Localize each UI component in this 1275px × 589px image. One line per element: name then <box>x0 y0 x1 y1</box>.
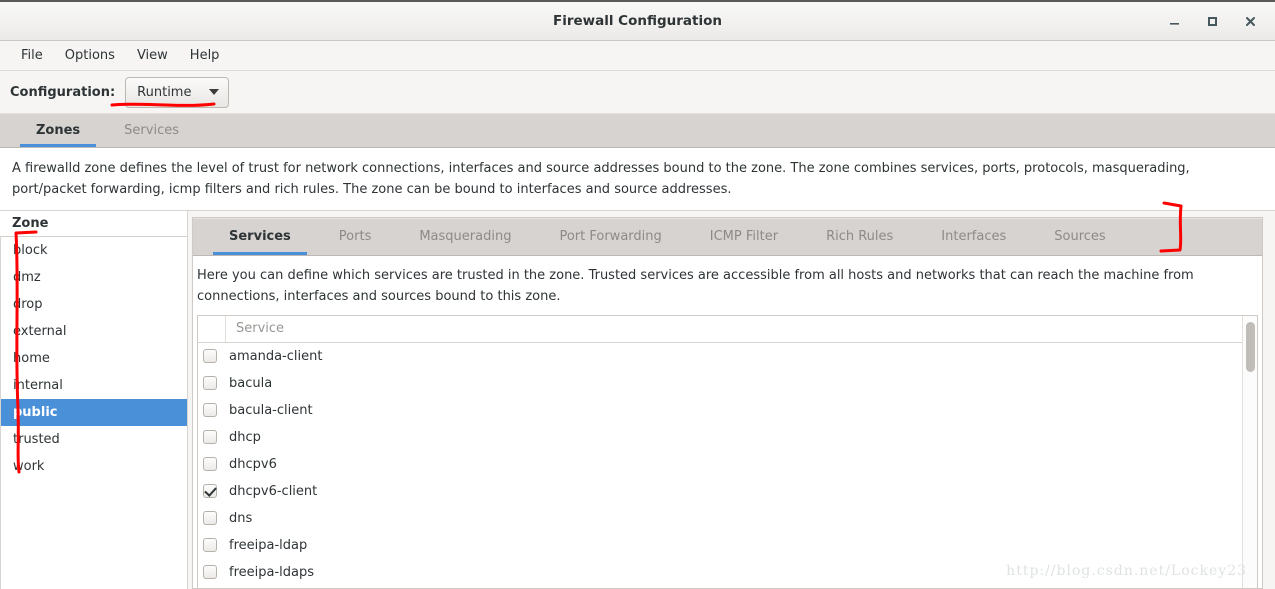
service-name: dhcpv6-client <box>229 483 318 499</box>
tab-zones[interactable]: Zones <box>14 113 102 147</box>
table-row[interactable]: bacula <box>198 370 1242 397</box>
services-table-body: Service amanda-client bacula bacula-clie… <box>198 315 1242 588</box>
sidebar-item-home[interactable]: home <box>1 345 187 372</box>
tab-services-inner[interactable]: Services <box>205 218 315 255</box>
zone-column-header: Zone <box>0 210 187 237</box>
service-checkbox-bacula-client[interactable] <box>203 403 217 418</box>
configuration-select[interactable]: Runtime <box>125 76 230 108</box>
configuration-row: Configuration: Runtime <box>0 71 1275 113</box>
table-row[interactable]: dhcpv6 <box>198 451 1242 478</box>
service-checkbox-dhcpv6[interactable] <box>203 457 217 472</box>
menubar: File Options View Help <box>0 41 1275 71</box>
tab-icmp-filter[interactable]: ICMP Filter <box>686 218 802 255</box>
table-row[interactable]: dhcpv6-client <box>198 478 1242 505</box>
zone-detail-pane: Services Ports Masquerading Port Forward… <box>188 211 1275 589</box>
menu-item-file[interactable]: File <box>10 45 54 66</box>
tab-interfaces[interactable]: Interfaces <box>917 218 1030 255</box>
tab-ports[interactable]: Ports <box>315 218 396 255</box>
service-checkbox-dhcp[interactable] <box>203 430 217 445</box>
services-table: Service amanda-client bacula bacula-clie… <box>197 314 1258 588</box>
menu-item-options[interactable]: Options <box>54 45 126 66</box>
services-row-list: amanda-client bacula bacula-client dhcp … <box>198 343 1242 588</box>
watermark: http://blog.csdn.net/Lockey23 <box>1006 563 1247 579</box>
zone-list: block dmz drop external home internal pu… <box>0 236 187 589</box>
sidebar-item-internal[interactable]: internal <box>1 372 187 399</box>
tab-services[interactable]: Services <box>102 113 201 147</box>
service-checkbox-bacula[interactable] <box>203 376 217 391</box>
minimize-icon[interactable] <box>1157 6 1191 36</box>
tab-rich-rules[interactable]: Rich Rules <box>802 218 917 255</box>
window-controls <box>1157 2 1267 40</box>
service-name: freeipa-ldaps <box>229 564 315 580</box>
services-scrollbar[interactable] <box>1242 315 1257 588</box>
sidebar-item-block[interactable]: block <box>1 237 187 264</box>
service-checkbox-dns[interactable] <box>203 511 217 526</box>
service-checkbox-freeipa-ldap[interactable] <box>203 538 217 553</box>
service-name: bacula-client <box>229 402 313 418</box>
firewall-configuration-window: Firewall Configuration File Options View… <box>0 0 1275 589</box>
sidebar-item-drop[interactable]: drop <box>1 291 187 318</box>
services-description: Here you can define which services are t… <box>193 255 1262 315</box>
sidebar-item-public[interactable]: public <box>1 398 187 426</box>
service-name: dns <box>229 510 253 526</box>
service-name: dhcpv6 <box>229 456 277 472</box>
menu-item-help[interactable]: Help <box>179 45 231 66</box>
inner-tabs: Services Ports Masquerading Port Forward… <box>193 217 1262 256</box>
table-row[interactable]: freeipa-replication <box>198 586 1242 588</box>
configuration-select-value: Runtime <box>137 84 192 100</box>
sidebar-item-trusted[interactable]: trusted <box>1 426 187 453</box>
services-name-column-header: Service <box>236 321 285 337</box>
tab-port-forwarding[interactable]: Port Forwarding <box>535 218 685 255</box>
services-table-header: Service <box>198 315 1242 343</box>
close-icon[interactable] <box>1233 6 1267 36</box>
menu-item-view[interactable]: View <box>126 45 179 66</box>
window-title: Firewall Configuration <box>552 13 722 29</box>
chevron-down-icon <box>209 89 220 95</box>
body: Zone block dmz drop external home intern… <box>0 210 1275 589</box>
table-row[interactable]: dhcp <box>198 424 1242 451</box>
tab-sources[interactable]: Sources <box>1030 218 1129 255</box>
service-name: bacula <box>229 375 273 391</box>
service-checkbox-freeipa-ldaps[interactable] <box>203 565 217 580</box>
tab-masquerading[interactable]: Masquerading <box>395 218 535 255</box>
table-row[interactable]: amanda-client <box>198 343 1242 370</box>
services-check-column-header <box>198 315 226 342</box>
zone-detail-card: Services Ports Masquerading Port Forward… <box>192 216 1263 589</box>
sidebar-item-external[interactable]: external <box>1 318 187 345</box>
service-name: freeipa-ldap <box>229 537 308 553</box>
titlebar: Firewall Configuration <box>0 0 1275 41</box>
zone-description: A firewalld zone defines the level of tr… <box>0 148 1275 211</box>
maximize-icon[interactable] <box>1195 6 1229 36</box>
service-checkbox-amanda-client[interactable] <box>203 349 217 364</box>
service-checkbox-dhcpv6-client[interactable] <box>203 484 217 499</box>
service-name: dhcp <box>229 429 261 445</box>
service-name: amanda-client <box>229 348 323 364</box>
table-row[interactable]: dns <box>198 505 1242 532</box>
configuration-label: Configuration: <box>10 84 116 100</box>
sidebar-item-dmz[interactable]: dmz <box>1 264 187 291</box>
services-scrollbar-thumb[interactable] <box>1246 321 1255 372</box>
sidebar-item-work[interactable]: work <box>1 453 187 480</box>
zone-sidebar: Zone block dmz drop external home intern… <box>0 210 188 589</box>
table-row[interactable]: bacula-client <box>198 397 1242 424</box>
outer-tabs: Zones Services <box>0 113 1275 148</box>
table-row[interactable]: freeipa-ldap <box>198 532 1242 559</box>
